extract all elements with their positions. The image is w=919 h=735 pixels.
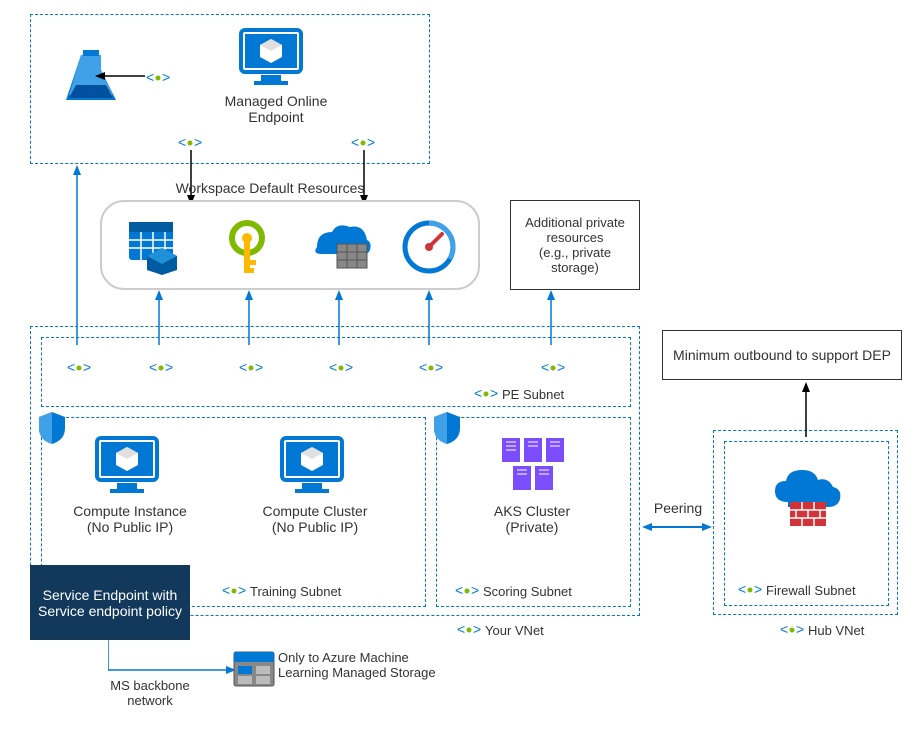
svg-text:<: < — [780, 622, 788, 637]
shield-icon — [432, 410, 462, 446]
arrow-down-left — [185, 150, 197, 205]
svg-text:<: < — [419, 360, 427, 375]
aks-cluster-label: AKS Cluster (Private) — [482, 503, 582, 535]
compute-cluster-label: Compute Cluster (No Public IP) — [252, 503, 378, 535]
svg-text:<: < — [541, 360, 549, 375]
monitor-cube-icon — [236, 25, 306, 90]
scoring-subnet-label: <> Scoring Subnet — [455, 583, 625, 599]
hub-vnet-box: <> Firewall Subnet — [713, 430, 898, 615]
outbound-box: Minimum outbound to support DEP — [662, 330, 902, 380]
pe-icon: <> — [67, 360, 91, 376]
pe-icon: <> — [178, 135, 202, 151]
svg-text:>: > — [557, 360, 565, 375]
svg-text:<: < — [474, 386, 482, 401]
svg-text:>: > — [255, 360, 263, 375]
peering-label: Peering — [648, 500, 708, 516]
pe-icon: <> — [149, 360, 173, 376]
svg-text:>: > — [435, 360, 443, 375]
training-subnet-label: <> Training Subnet — [222, 583, 402, 599]
pe-icon: <> — [419, 360, 443, 376]
container-registry-icon — [312, 222, 372, 272]
svg-text:<: < — [222, 583, 230, 598]
svg-text:>: > — [473, 622, 481, 637]
arrow-endpoint-to-ml — [95, 70, 150, 82]
svg-text:>: > — [345, 360, 353, 375]
svg-text:>: > — [162, 70, 170, 85]
svg-text:<: < — [178, 135, 186, 150]
svg-text:<: < — [329, 360, 337, 375]
svg-text:>: > — [796, 622, 804, 637]
firewall-subnet-label: <> Firewall Subnet — [738, 582, 888, 598]
pe-subnet-box: <> <> <> <> <> <> <> PE Subnet — [41, 337, 631, 407]
svg-text:<: < — [351, 135, 359, 150]
compute-instance-label: Compute Instance (No Public IP) — [67, 503, 193, 535]
svg-text:>: > — [754, 582, 762, 597]
svg-text:<: < — [457, 622, 465, 637]
svg-text:<: < — [67, 360, 75, 375]
pe-icon: <> — [351, 135, 375, 151]
arrow-pe-to-ml-flask — [71, 165, 83, 350]
service-endpoint-box: Service Endpoint with Service endpoint p… — [30, 565, 190, 640]
pe-icon: <> — [329, 360, 353, 376]
your-vnet-label: <> Your VNet — [457, 622, 597, 638]
pe-icon: <> — [239, 360, 263, 376]
scoring-subnet-box: AKS Cluster (Private) <> Scoring Subnet — [436, 417, 631, 607]
managed-storage-icon — [232, 650, 277, 690]
pe-subnet-label: <> PE Subnet — [474, 386, 604, 402]
svg-text:>: > — [471, 583, 479, 598]
additional-resources-box: Additional private resources (e.g., priv… — [510, 200, 640, 290]
svg-text:>: > — [165, 360, 173, 375]
keyvault-icon — [222, 220, 272, 275]
workspace-resources-box — [100, 200, 480, 290]
svg-text:>: > — [83, 360, 91, 375]
managed-storage-label: Only to Azure Machine Learning Managed S… — [278, 650, 458, 680]
managed-endpoint-box: Managed Online Endpoint <> <> <> — [30, 14, 430, 164]
shield-icon — [37, 410, 67, 446]
svg-text:>: > — [490, 386, 498, 401]
svg-text:<: < — [455, 583, 463, 598]
svg-text:>: > — [194, 135, 202, 150]
svg-text:>: > — [238, 583, 246, 598]
managed-endpoint-label: Managed Online Endpoint — [216, 93, 336, 125]
compute-instance-icon — [92, 433, 162, 498]
firewall-icon — [770, 467, 845, 532]
app-insights-icon — [402, 220, 457, 275]
svg-text:<: < — [149, 360, 157, 375]
aks-cluster-icon — [492, 433, 572, 498]
svg-text:<: < — [738, 582, 746, 597]
peering-arrow — [642, 520, 712, 534]
additional-resources-label: Additional private resources (e.g., priv… — [517, 215, 633, 275]
storage-icon — [127, 220, 182, 275]
arrow-down-right — [358, 150, 370, 205]
pe-icon: <> — [541, 360, 565, 376]
ms-backbone-label: MS backbone network — [95, 678, 205, 708]
svg-text:>: > — [367, 135, 375, 150]
svg-text:<: < — [239, 360, 247, 375]
arrow-firewall-to-outbound — [800, 382, 812, 442]
firewall-subnet-box: <> Firewall Subnet — [724, 441, 889, 606]
workspace-title: Workspace Default Resources — [160, 180, 380, 196]
outbound-label: Minimum outbound to support DEP — [673, 347, 891, 363]
compute-cluster-icon — [277, 433, 347, 498]
hub-vnet-label: <> Hub VNet — [780, 622, 900, 638]
